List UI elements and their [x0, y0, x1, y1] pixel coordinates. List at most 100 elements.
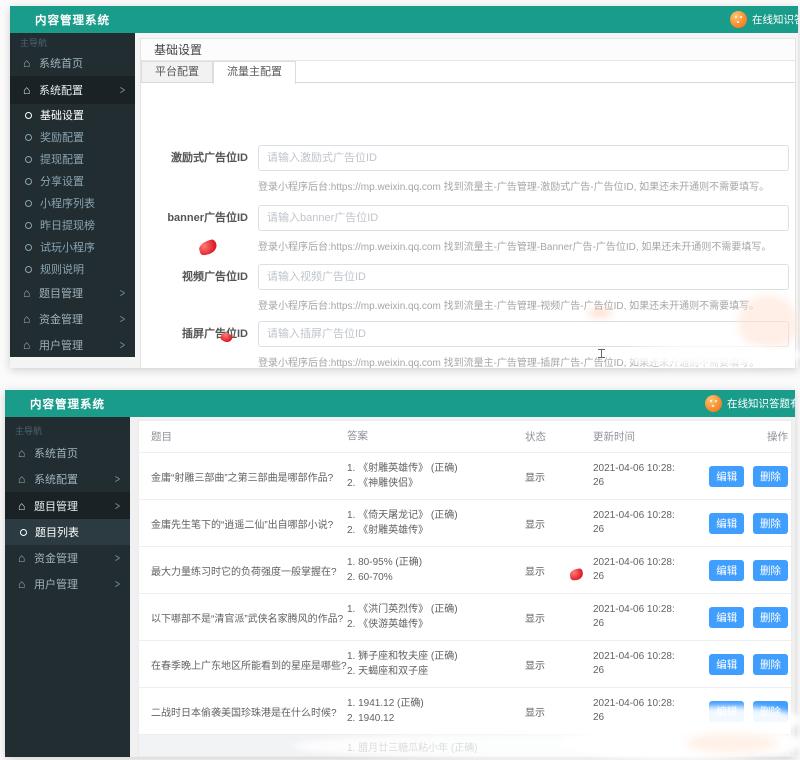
form-row-video-ad: 视频广告位ID 登录小程序后台:https://mp.weixin.qq.com…	[141, 264, 789, 312]
sidebar-item-system-config[interactable]: ⌂ 系统配置 >	[5, 466, 130, 492]
updated-cell: 2021-04-06 10:28: 26	[593, 462, 697, 490]
user-avatar-icon	[705, 395, 722, 412]
delete-button[interactable]: 删除	[753, 701, 788, 722]
bottom-header: 内容管理系统 在线知识答题有奖	[5, 390, 795, 417]
delete-button[interactable]: 删除	[753, 466, 788, 487]
updated-cell: 2021-04-06 10:28: 26	[593, 603, 697, 631]
user-avatar-icon	[730, 11, 747, 28]
question-cell: 金庸先生笔下的“逍遥二仙”出自哪部小说?	[151, 516, 347, 531]
answer-cell: 1. 《射雕英雄传》 (正确) 2. 《神雕侠侣》	[347, 461, 525, 491]
table-row-partial: 1. 腊月廿三糖瓜粘小年 (正确)	[139, 735, 791, 757]
incentive-ad-id-input[interactable]	[258, 145, 789, 171]
edit-button[interactable]: 编辑	[709, 466, 744, 487]
field-help-text: 登录小程序后台:https://mp.weixin.qq.com 找到流量主-广…	[258, 354, 789, 368]
user-badge-label: 在线知识答题有奖	[727, 396, 795, 411]
sidebar-item-funds-mgmt[interactable]: ⌂ 资金管理 >	[5, 545, 130, 571]
field-label: 插屏广告位ID	[141, 321, 248, 368]
sidebar-item-system-config[interactable]: ⌂ 系统配置 >	[10, 76, 135, 104]
chevron-right-icon: >	[115, 578, 120, 591]
sidebar-item-system-home[interactable]: ⌂ 系统首页	[5, 440, 130, 466]
sidebar-item-miniapp-list[interactable]: 小程序列表	[10, 192, 135, 214]
interstitial-ad-id-input[interactable]	[258, 321, 789, 347]
sidebar: 主导航 ⌂ 系统首页 ⌂ 系统配置 > 基础设置 奖励配置 提现配置	[10, 33, 135, 357]
status-cell: 显示	[525, 610, 593, 625]
page-title: 基础设置	[141, 39, 795, 61]
app-brand: 内容管理系统	[10, 12, 135, 28]
column-header-actions: 操作	[697, 429, 788, 444]
top-header: 内容管理系统 在线知识答题有奖	[10, 6, 798, 33]
field-help-text: 登录小程序后台:https://mp.weixin.qq.com 找到流量主-广…	[258, 178, 789, 193]
video-ad-id-input[interactable]	[258, 264, 789, 290]
sidebar-item-basic-settings[interactable]: 基础设置	[10, 104, 135, 126]
updated-cell: 2021-04-06 10:28: 26	[593, 556, 697, 584]
sidebar-item-reward-config[interactable]: 奖励配置	[10, 126, 135, 148]
window-question-list: 内容管理系统 在线知识答题有奖 主导航 ⌂ 系统首页 ⌂ 系统配置 > ⌂ 题目…	[5, 390, 795, 757]
sidebar-item-withdraw-config[interactable]: 提现配置	[10, 148, 135, 170]
status-cell: 显示	[525, 563, 593, 578]
home-icon: ⌂	[18, 552, 34, 564]
edit-button[interactable]: 编辑	[709, 607, 744, 628]
home-icon: ⌂	[18, 447, 34, 459]
form-row-banner-ad: banner广告位ID 登录小程序后台:https://mp.weixin.qq…	[141, 205, 789, 253]
circle-icon	[25, 244, 32, 251]
edit-button[interactable]: 编辑	[709, 701, 744, 722]
table-row: 金庸“射雕三部曲”之第三部曲是哪部作品? 1. 《射雕英雄传》 (正确) 2. …	[139, 453, 791, 500]
delete-button[interactable]: 删除	[753, 560, 788, 581]
chevron-right-icon: >	[120, 339, 125, 352]
delete-button[interactable]: 删除	[753, 607, 788, 628]
tab-bar: 平台配置 流量主配置	[141, 61, 795, 83]
settings-card: 基础设置 平台配置 流量主配置 激励式广告位ID 登录小程序后台:https:/…	[140, 38, 796, 368]
home-icon: ⌂	[23, 57, 39, 69]
edit-button[interactable]: 编辑	[709, 560, 744, 581]
chevron-right-icon: >	[120, 84, 125, 97]
status-cell: 显示	[525, 704, 593, 719]
sidebar-item-funds-mgmt[interactable]: ⌂ 资金管理 >	[10, 306, 135, 332]
circle-icon	[25, 200, 32, 207]
sidebar-item-question-mgmt[interactable]: ⌂ 题目管理 >	[5, 492, 130, 519]
sidebar-item-question-list[interactable]: 题目列表	[5, 519, 130, 545]
circle-icon	[20, 529, 27, 536]
sidebar-item-user-mgmt[interactable]: ⌂ 用户管理 >	[10, 332, 135, 357]
sidebar-section-label: 主导航	[10, 33, 135, 50]
question-table: 题目 答案 状态 更新时间 操作 金庸“射雕三部曲”之第三部曲是哪部作品? 1.…	[138, 420, 792, 757]
column-header-status: 状态	[525, 429, 593, 444]
table-header-row: 题目 答案 状态 更新时间 操作	[139, 421, 791, 453]
sidebar-item-system-home[interactable]: ⌂ 系统首页	[10, 50, 135, 76]
status-cell: 显示	[525, 516, 593, 531]
delete-button[interactable]: 删除	[753, 654, 788, 675]
tab-platform-config[interactable]: 平台配置	[141, 61, 213, 82]
table-row: 最大力量练习时它的负荷强度一般掌握在? 1. 80-95% (正确) 2. 60…	[139, 547, 791, 594]
sidebar: 主导航 ⌂ 系统首页 ⌂ 系统配置 > ⌂ 题目管理 > 题目列表 ⌂ 资金管理	[5, 417, 130, 757]
circle-icon	[25, 266, 32, 273]
sidebar-item-user-mgmt[interactable]: ⌂ 用户管理 >	[5, 571, 130, 597]
banner-ad-id-input[interactable]	[258, 205, 789, 231]
form-row-interstitial-ad: 插屏广告位ID 登录小程序后台:https://mp.weixin.qq.com…	[141, 321, 789, 368]
sidebar-item-yesterday-withdraw[interactable]: 昨日提现榜	[10, 214, 135, 236]
tab-traffic-config[interactable]: 流量主配置	[213, 61, 296, 84]
app-brand: 内容管理系统	[5, 396, 130, 412]
column-header-updated: 更新时间	[593, 430, 697, 444]
sidebar-item-question-mgmt[interactable]: ⌂ 题目管理 >	[10, 280, 135, 306]
home-icon: ⌂	[23, 313, 39, 325]
answer-cell: 1. 《洪门英烈传》 (正确) 2. 《侠游英雄传》	[347, 602, 525, 632]
field-label: banner广告位ID	[141, 205, 248, 253]
sidebar-item-rules[interactable]: 规则说明	[10, 258, 135, 280]
chevron-right-icon: >	[115, 473, 120, 486]
delete-button[interactable]: 删除	[753, 513, 788, 534]
user-badge[interactable]: 在线知识答题有奖	[705, 390, 795, 417]
sidebar-item-demo-miniapp[interactable]: 试玩小程序	[10, 236, 135, 258]
table-row: 二战时日本偷袭美国珍珠港是在什么时候? 1. 1941.12 (正确) 2. 1…	[139, 688, 791, 735]
user-badge[interactable]: 在线知识答题有奖	[730, 6, 798, 33]
traffic-config-form: 激励式广告位ID 登录小程序后台:https://mp.weixin.qq.co…	[141, 83, 795, 368]
form-row-incentive-ad: 激励式广告位ID 登录小程序后台:https://mp.weixin.qq.co…	[141, 145, 789, 193]
circle-icon	[25, 134, 32, 141]
home-icon: ⌂	[23, 84, 39, 96]
home-icon: ⌂	[23, 339, 39, 351]
edit-button[interactable]: 编辑	[709, 513, 744, 534]
question-cell: 金庸“射雕三部曲”之第三部曲是哪部作品?	[151, 469, 347, 484]
answer-cell: 1. 腊月廿三糖瓜粘小年 (正确)	[347, 741, 525, 756]
edit-button[interactable]: 编辑	[709, 654, 744, 675]
sidebar-item-share-settings[interactable]: 分享设置	[10, 170, 135, 192]
chevron-right-icon: >	[120, 287, 125, 300]
circle-icon	[25, 112, 32, 119]
